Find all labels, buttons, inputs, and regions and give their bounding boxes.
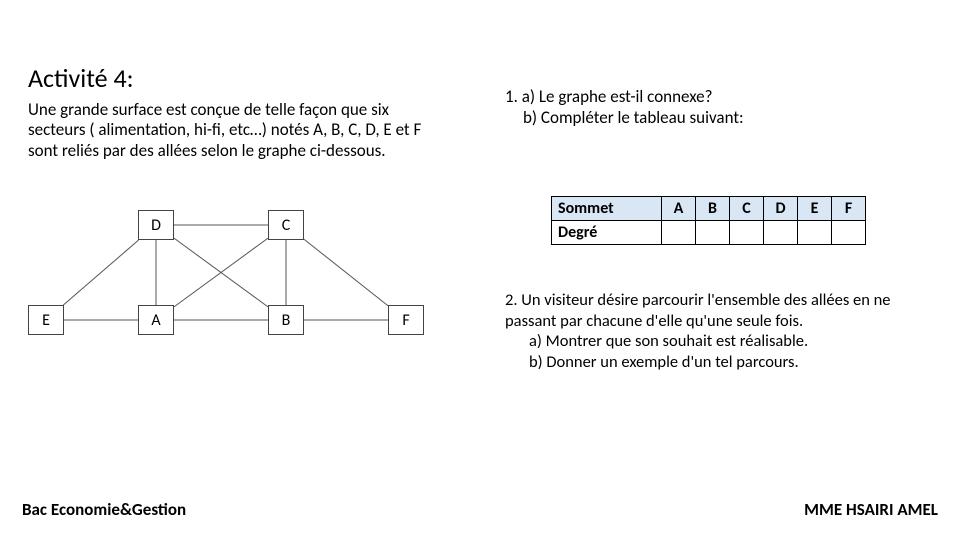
th-sommet: Sommet	[552, 197, 662, 221]
q2-line1: 2. Un visiteur désire parcourir l'ensemb…	[505, 290, 935, 331]
edge-C-F	[304, 239, 388, 306]
q1a: 1. a) Le graphe est-il connexe?	[505, 86, 925, 107]
node-C: C	[268, 210, 304, 240]
table-degree-row: Degré	[552, 221, 866, 245]
q1b: b) Compléter le tableau suivant:	[505, 107, 925, 128]
node-D: D	[138, 210, 174, 240]
node-F: F	[388, 305, 424, 335]
th-C: C	[730, 197, 764, 221]
td-F	[832, 221, 866, 245]
th-D: D	[764, 197, 798, 221]
footer-left: Bac Economie&Gestion	[22, 499, 186, 520]
node-B: B	[268, 305, 304, 335]
th-E: E	[798, 197, 832, 221]
question-1: 1. a) Le graphe est-il connexe? b) Compl…	[505, 86, 925, 129]
td-E	[798, 221, 832, 245]
node-E: E	[28, 305, 64, 335]
question-2: 2. Un visiteur désire parcourir l'ensemb…	[505, 290, 935, 373]
table-header-row: Sommet A B C D E F	[552, 197, 866, 221]
edge-E-D	[63, 240, 138, 305]
intro-text: Une grande surface est conçue de telle f…	[28, 100, 448, 161]
td-D	[764, 221, 798, 245]
td-degre: Degré	[552, 221, 662, 245]
graph-diagram: D C E A B F	[28, 210, 448, 370]
degree-table: Sommet A B C D E F Degré	[551, 196, 866, 245]
th-B: B	[696, 197, 730, 221]
footer-right: MME HSAIRI AMEL	[804, 499, 938, 520]
th-F: F	[832, 197, 866, 221]
th-A: A	[662, 197, 696, 221]
graph-edges	[28, 210, 448, 370]
td-A	[662, 221, 696, 245]
td-B	[696, 221, 730, 245]
activity-title: Activité 4:	[28, 62, 134, 94]
q2-b: b) Donner un exemple d'un tel parcours.	[505, 352, 935, 373]
q2-a: a) Montrer que son souhait est réalisabl…	[505, 331, 935, 352]
node-A: A	[138, 305, 174, 335]
td-C	[730, 221, 764, 245]
